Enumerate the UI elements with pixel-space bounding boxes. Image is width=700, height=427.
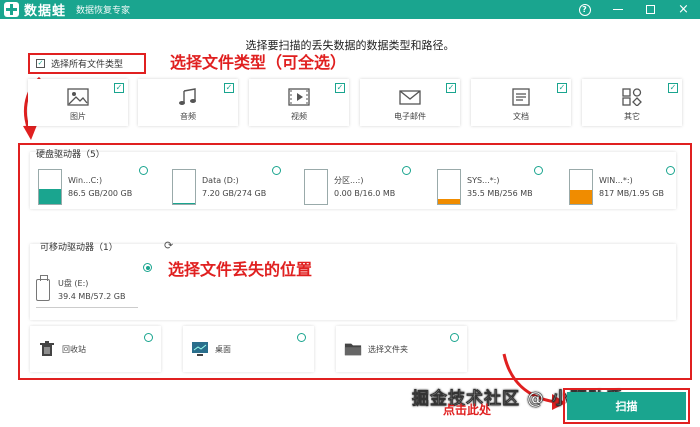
instruction-text: 选择要扫描的丢失数据的数据类型和路径。 bbox=[245, 39, 455, 52]
annotation-select-types: 选择文件类型（可全选） bbox=[170, 53, 347, 72]
app-logo-icon bbox=[4, 2, 19, 17]
file-type-checkbox[interactable]: ✓ bbox=[335, 83, 345, 93]
drive-item[interactable]: Data (D:) 7.20 GB/274 GB bbox=[172, 166, 266, 208]
drive-icon bbox=[172, 169, 196, 205]
drive-size: 7.20 GB/274 GB bbox=[202, 189, 267, 198]
drive-radio[interactable] bbox=[666, 166, 675, 175]
drive-name: 分区...:) bbox=[334, 176, 364, 185]
folder-icon bbox=[344, 341, 362, 357]
removable-drive-section-title: 可移动驱动器（1） bbox=[40, 243, 118, 253]
file-type-email[interactable]: ✓ 电子邮件 bbox=[360, 79, 460, 126]
location-radio[interactable] bbox=[450, 333, 459, 342]
recycle-bin-icon bbox=[38, 341, 56, 357]
location-desktop[interactable]: 桌面 bbox=[183, 326, 314, 372]
location-radio[interactable] bbox=[144, 333, 153, 342]
file-type-document[interactable]: ✓ 文档 bbox=[471, 79, 571, 126]
file-type-label: 音频 bbox=[180, 112, 196, 121]
hard-drive-section-title: 硬盘驱动器（5） bbox=[36, 150, 105, 160]
drive-item[interactable]: SYS...*:) 35.5 MB/256 MB bbox=[437, 166, 533, 208]
email-icon bbox=[397, 87, 423, 107]
app-subtitle: 数据恢复专家 bbox=[76, 6, 131, 16]
document-icon bbox=[508, 87, 534, 107]
location-recycle-bin[interactable]: 回收站 bbox=[30, 326, 161, 372]
drive-usage-fill bbox=[438, 199, 460, 204]
scan-button-highlight: 扫描 bbox=[563, 388, 690, 424]
file-type-label: 其它 bbox=[624, 112, 640, 121]
drive-usage-fill bbox=[173, 202, 195, 204]
scan-button[interactable]: 扫描 bbox=[567, 392, 686, 420]
minimize-button[interactable] bbox=[601, 0, 634, 19]
drive-size: 39.4 MB/57.2 GB bbox=[58, 291, 126, 301]
file-type-audio[interactable]: ✓ 音频 bbox=[138, 79, 238, 126]
drive-name: Win...C:) bbox=[68, 176, 103, 185]
select-all-label: 选择所有文件类型 bbox=[51, 60, 124, 70]
music-icon bbox=[175, 87, 201, 107]
help-button[interactable]: ? bbox=[568, 0, 601, 19]
window-controls: ? × bbox=[568, 0, 700, 19]
drive-name: SYS...*:) bbox=[467, 176, 500, 185]
file-type-checkbox[interactable]: ✓ bbox=[114, 83, 124, 93]
file-type-label: 视频 bbox=[291, 112, 307, 121]
drive-radio[interactable] bbox=[139, 166, 148, 175]
help-icon: ? bbox=[578, 3, 591, 16]
close-button[interactable]: × bbox=[667, 0, 700, 19]
drive-usage-fill bbox=[39, 189, 61, 204]
location-label: 选择文件夹 bbox=[368, 344, 408, 354]
drive-radio[interactable] bbox=[272, 166, 281, 175]
select-all-checkbox[interactable]: ✓ 选择所有文件类型 bbox=[28, 53, 146, 74]
drive-icon bbox=[38, 169, 62, 205]
checkbox-icon: ✓ bbox=[36, 59, 45, 68]
drive-usage-fill bbox=[570, 189, 592, 204]
drive-size: 86.5 GB/200 GB bbox=[68, 189, 133, 198]
drive-name: WIN...*:) bbox=[599, 176, 633, 185]
file-type-grid: ✓ 图片 ✓ 音频 ✓ 视频 ✓ 电子邮件 ✓ 文档 ✓ 其它 bbox=[28, 79, 682, 126]
video-icon bbox=[286, 87, 312, 107]
file-type-label: 图片 bbox=[70, 112, 86, 121]
usb-drive-item[interactable]: U盘 (E:) 39.4 MB/57.2 GB bbox=[36, 272, 138, 308]
maximize-button[interactable] bbox=[634, 0, 667, 19]
location-radio[interactable] bbox=[297, 333, 306, 342]
file-type-label: 电子邮件 bbox=[394, 112, 426, 121]
drive-item[interactable]: 分区...:) 0.00 B/16.0 MB bbox=[304, 166, 395, 208]
file-type-image[interactable]: ✓ 图片 bbox=[28, 79, 128, 126]
drive-radio[interactable] bbox=[534, 166, 543, 175]
other-icon bbox=[619, 87, 645, 107]
file-type-label: 文档 bbox=[513, 112, 529, 121]
file-type-checkbox[interactable]: ✓ bbox=[668, 83, 678, 93]
file-type-other[interactable]: ✓ 其它 bbox=[582, 79, 682, 126]
annotation-click-here: 点击此处 bbox=[443, 403, 492, 417]
location-select-folder[interactable]: 选择文件夹 bbox=[336, 326, 467, 372]
usb-drive-icon bbox=[36, 274, 50, 301]
drive-item[interactable]: WIN...*:) 817 MB/1.95 GB bbox=[569, 166, 664, 208]
drive-radio[interactable] bbox=[402, 166, 411, 175]
file-type-video[interactable]: ✓ 视频 bbox=[249, 79, 349, 126]
title-bar: 数据蛙 数据恢复专家 ? × bbox=[0, 0, 700, 19]
file-type-checkbox[interactable]: ✓ bbox=[557, 83, 567, 93]
refresh-icon[interactable]: ⟳ bbox=[164, 239, 173, 252]
usb-radio[interactable] bbox=[143, 263, 152, 272]
app-title: 数据蛙 bbox=[24, 4, 67, 19]
drive-size: 35.5 MB/256 MB bbox=[467, 189, 533, 198]
image-icon bbox=[65, 87, 91, 107]
drive-size: 817 MB/1.95 GB bbox=[599, 189, 664, 198]
drive-icon bbox=[569, 169, 593, 205]
drive-name: U盘 (E:) bbox=[58, 278, 89, 288]
file-type-checkbox[interactable]: ✓ bbox=[224, 83, 234, 93]
file-type-checkbox[interactable]: ✓ bbox=[446, 83, 456, 93]
location-label: 桌面 bbox=[215, 344, 231, 354]
drive-icon bbox=[437, 169, 461, 205]
drive-icon bbox=[304, 169, 328, 205]
desktop-icon bbox=[191, 341, 209, 357]
location-label: 回收站 bbox=[62, 344, 86, 354]
annotation-select-location: 选择文件丢失的位置 bbox=[168, 260, 313, 279]
drive-name: Data (D:) bbox=[202, 176, 239, 185]
drive-size: 0.00 B/16.0 MB bbox=[334, 189, 396, 198]
drive-item[interactable]: Win...C:) 86.5 GB/200 GB bbox=[38, 166, 132, 208]
close-icon: × bbox=[678, 2, 689, 17]
minimize-icon bbox=[612, 8, 623, 11]
maximize-icon bbox=[646, 5, 655, 14]
